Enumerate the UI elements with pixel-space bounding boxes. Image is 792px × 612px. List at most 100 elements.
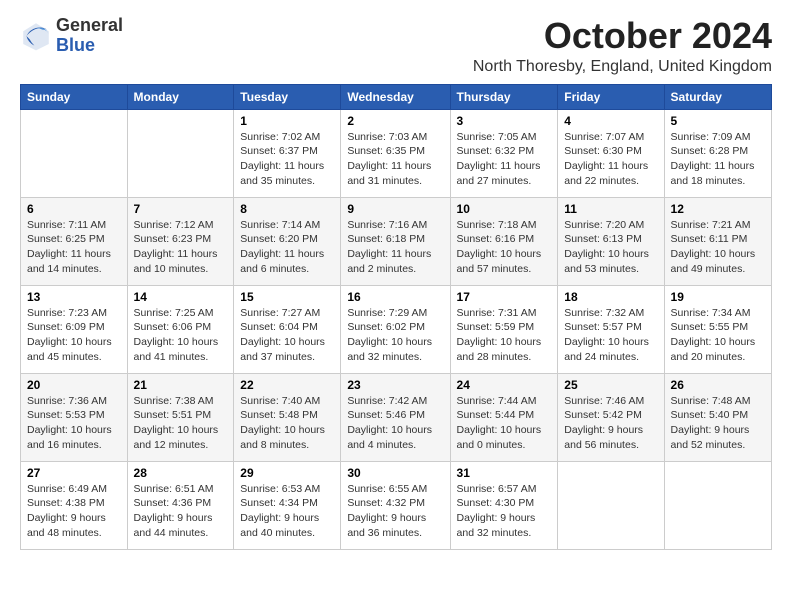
logo-text: General Blue xyxy=(56,16,123,56)
calendar-cell: 29 Sunrise: 6:53 AMSunset: 4:34 PMDayligh… xyxy=(234,461,341,549)
weekday-header-wednesday: Wednesday xyxy=(341,84,450,109)
month-title: October 2024 xyxy=(473,16,772,56)
day-detail: Sunrise: 7:21 AMSunset: 6:11 PMDaylight:… xyxy=(671,218,765,277)
day-detail: Sunrise: 7:09 AMSunset: 6:28 PMDaylight:… xyxy=(671,130,765,189)
calendar-cell: 25Sunrise: 7:46 AMSunset: 5:42 PMDayligh… xyxy=(558,373,664,461)
day-number: 30 xyxy=(347,466,443,480)
day-number: 20 xyxy=(27,378,121,392)
calendar-cell: 9 Sunrise: 7:16 AMSunset: 6:18 PMDaylight… xyxy=(341,197,450,285)
calendar-cell: 12 Sunrise: 7:21 AMSunset: 6:11 PMDayligh… xyxy=(664,197,771,285)
weekday-header-thursday: Thursday xyxy=(450,84,558,109)
day-number: 29 xyxy=(240,466,334,480)
day-number: 5 xyxy=(671,114,765,128)
day-number: 11 xyxy=(564,202,657,216)
day-number: 16 xyxy=(347,290,443,304)
calendar-cell: 10 Sunrise: 7:18 AMSunset: 6:16 PMDayligh… xyxy=(450,197,558,285)
calendar-cell: 31 Sunrise: 6:57 AMSunset: 4:30 PMDayligh… xyxy=(450,461,558,549)
day-number: 4 xyxy=(564,114,657,128)
day-number: 18 xyxy=(564,290,657,304)
day-detail: Sunrise: 7:07 AMSunset: 6:30 PMDaylight:… xyxy=(564,130,657,189)
day-detail: Sunrise: 7:16 AMSunset: 6:18 PMDaylight:… xyxy=(347,218,443,277)
day-number: 25 xyxy=(564,378,657,392)
calendar-cell: 16 Sunrise: 7:29 AMSunset: 6:02 PMDayligh… xyxy=(341,285,450,373)
weekday-header-sunday: Sunday xyxy=(21,84,128,109)
calendar-week-row: 27Sunrise: 6:49 AMSunset: 4:38 PMDayligh… xyxy=(21,461,772,549)
day-number: 26 xyxy=(671,378,765,392)
day-number: 10 xyxy=(457,202,552,216)
calendar-cell xyxy=(558,461,664,549)
day-detail: Sunrise: 6:55 AMSunset: 4:32 PMDaylight:… xyxy=(347,482,443,541)
day-detail: Sunrise: 7:12 AMSunset: 6:23 PMDaylight:… xyxy=(134,218,228,277)
day-detail: Sunrise: 7:29 AMSunset: 6:02 PMDaylight:… xyxy=(347,306,443,365)
calendar-cell: 20 Sunrise: 7:36 AMSunset: 5:53 PMDayligh… xyxy=(21,373,128,461)
day-number: 14 xyxy=(134,290,228,304)
day-number: 8 xyxy=(240,202,334,216)
calendar-cell: 24Sunrise: 7:44 AMSunset: 5:44 PMDayligh… xyxy=(450,373,558,461)
calendar-cell: 11 Sunrise: 7:20 AMSunset: 6:13 PMDayligh… xyxy=(558,197,664,285)
day-number: 13 xyxy=(27,290,121,304)
day-number: 19 xyxy=(671,290,765,304)
calendar-cell: 18Sunrise: 7:32 AMSunset: 5:57 PMDayligh… xyxy=(558,285,664,373)
calendar-table: SundayMondayTuesdayWednesdayThursdayFrid… xyxy=(20,84,772,550)
logo: General Blue xyxy=(20,16,123,56)
day-number: 3 xyxy=(457,114,552,128)
weekday-header-tuesday: Tuesday xyxy=(234,84,341,109)
day-detail: Sunrise: 7:18 AMSunset: 6:16 PMDaylight:… xyxy=(457,218,552,277)
calendar-cell xyxy=(127,109,234,197)
calendar-cell: 6 Sunrise: 7:11 AMSunset: 6:25 PMDaylight… xyxy=(21,197,128,285)
calendar-cell: 1 Sunrise: 7:02 AMSunset: 6:37 PMDaylight… xyxy=(234,109,341,197)
calendar-cell xyxy=(664,461,771,549)
calendar-week-row: 13 Sunrise: 7:23 AMSunset: 6:09 PMDayligh… xyxy=(21,285,772,373)
day-detail: Sunrise: 7:03 AMSunset: 6:35 PMDaylight:… xyxy=(347,130,443,189)
calendar-cell: 4 Sunrise: 7:07 AMSunset: 6:30 PMDaylight… xyxy=(558,109,664,197)
day-number: 12 xyxy=(671,202,765,216)
calendar-cell: 22Sunrise: 7:40 AMSunset: 5:48 PMDayligh… xyxy=(234,373,341,461)
day-detail: Sunrise: 6:49 AMSunset: 4:38 PMDaylight:… xyxy=(27,482,121,541)
day-detail: Sunrise: 7:27 AMSunset: 6:04 PMDaylight:… xyxy=(240,306,334,365)
day-detail: Sunrise: 7:14 AMSunset: 6:20 PMDaylight:… xyxy=(240,218,334,277)
title-block: October 2024 North Thoresby, England, Un… xyxy=(473,16,772,76)
day-number: 6 xyxy=(27,202,121,216)
calendar-week-row: 1 Sunrise: 7:02 AMSunset: 6:37 PMDaylight… xyxy=(21,109,772,197)
day-number: 1 xyxy=(240,114,334,128)
day-detail: Sunrise: 7:25 AMSunset: 6:06 PMDaylight:… xyxy=(134,306,228,365)
calendar-week-row: 20 Sunrise: 7:36 AMSunset: 5:53 PMDayligh… xyxy=(21,373,772,461)
day-detail: Sunrise: 7:34 AMSunset: 5:55 PMDaylight:… xyxy=(671,306,765,365)
day-detail: Sunrise: 6:53 AMSunset: 4:34 PMDaylight:… xyxy=(240,482,334,541)
day-number: 28 xyxy=(134,466,228,480)
calendar-cell: 2 Sunrise: 7:03 AMSunset: 6:35 PMDaylight… xyxy=(341,109,450,197)
day-number: 7 xyxy=(134,202,228,216)
day-number: 2 xyxy=(347,114,443,128)
calendar-week-row: 6 Sunrise: 7:11 AMSunset: 6:25 PMDaylight… xyxy=(21,197,772,285)
day-detail: Sunrise: 6:57 AMSunset: 4:30 PMDaylight:… xyxy=(457,482,552,541)
day-detail: Sunrise: 7:20 AMSunset: 6:13 PMDaylight:… xyxy=(564,218,657,277)
day-detail: Sunrise: 7:23 AMSunset: 6:09 PMDaylight:… xyxy=(27,306,121,365)
calendar-cell: 19 Sunrise: 7:34 AMSunset: 5:55 PMDayligh… xyxy=(664,285,771,373)
day-detail: Sunrise: 7:36 AMSunset: 5:53 PMDaylight:… xyxy=(27,394,121,453)
page: General Blue October 2024 North Thoresby… xyxy=(0,0,792,612)
calendar-cell: 28Sunrise: 6:51 AMSunset: 4:36 PMDayligh… xyxy=(127,461,234,549)
calendar-cell: 15Sunrise: 7:27 AMSunset: 6:04 PMDayligh… xyxy=(234,285,341,373)
weekday-header-friday: Friday xyxy=(558,84,664,109)
calendar-cell: 30 Sunrise: 6:55 AMSunset: 4:32 PMDayligh… xyxy=(341,461,450,549)
day-detail: Sunrise: 7:38 AMSunset: 5:51 PMDaylight:… xyxy=(134,394,228,453)
calendar-cell: 26 Sunrise: 7:48 AMSunset: 5:40 PMDayligh… xyxy=(664,373,771,461)
day-detail: Sunrise: 7:02 AMSunset: 6:37 PMDaylight:… xyxy=(240,130,334,189)
day-detail: Sunrise: 7:31 AMSunset: 5:59 PMDaylight:… xyxy=(457,306,552,365)
header: General Blue October 2024 North Thoresby… xyxy=(20,16,772,76)
day-detail: Sunrise: 7:42 AMSunset: 5:46 PMDaylight:… xyxy=(347,394,443,453)
day-detail: Sunrise: 7:48 AMSunset: 5:40 PMDaylight:… xyxy=(671,394,765,453)
day-number: 23 xyxy=(347,378,443,392)
calendar-cell: 8 Sunrise: 7:14 AMSunset: 6:20 PMDaylight… xyxy=(234,197,341,285)
calendar-cell: 17Sunrise: 7:31 AMSunset: 5:59 PMDayligh… xyxy=(450,285,558,373)
calendar-cell: 14 Sunrise: 7:25 AMSunset: 6:06 PMDayligh… xyxy=(127,285,234,373)
calendar-cell: 3 Sunrise: 7:05 AMSunset: 6:32 PMDaylight… xyxy=(450,109,558,197)
day-detail: Sunrise: 7:05 AMSunset: 6:32 PMDaylight:… xyxy=(457,130,552,189)
day-number: 9 xyxy=(347,202,443,216)
calendar-cell: 21Sunrise: 7:38 AMSunset: 5:51 PMDayligh… xyxy=(127,373,234,461)
day-number: 31 xyxy=(457,466,552,480)
weekday-header-saturday: Saturday xyxy=(664,84,771,109)
calendar-cell: 7 Sunrise: 7:12 AMSunset: 6:23 PMDaylight… xyxy=(127,197,234,285)
logo-blue-text: Blue xyxy=(56,36,123,56)
day-detail: Sunrise: 7:11 AMSunset: 6:25 PMDaylight:… xyxy=(27,218,121,277)
